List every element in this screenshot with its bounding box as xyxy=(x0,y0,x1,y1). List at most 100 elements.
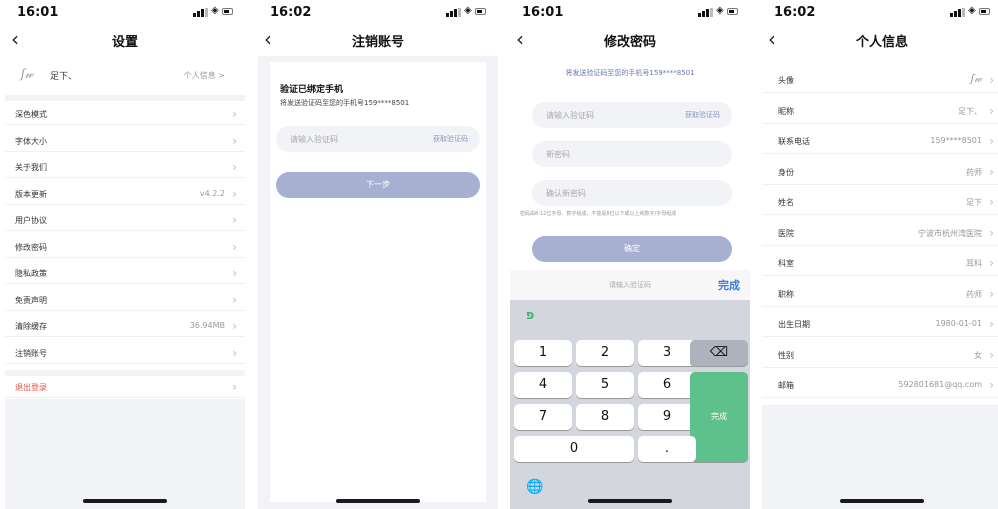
page-title: 个人信息 xyxy=(855,35,908,50)
keyboard-placeholder: 请输入验证码 xyxy=(609,281,651,289)
enter-key[interactable]: 完成 xyxy=(690,372,748,462)
chevron-right-icon: › xyxy=(232,345,237,360)
user-name: 足下、 xyxy=(50,72,78,82)
avatar-signature-icon: ʃ𝓌 xyxy=(970,72,982,85)
settings-row[interactable]: 版本更新 v4.2.2 › xyxy=(5,183,245,205)
key-3[interactable]: 3 xyxy=(638,340,696,366)
bottom-area xyxy=(762,405,998,509)
settings-row-value: 36.94MB xyxy=(189,321,225,330)
wifi-icon: ◈ xyxy=(464,5,472,16)
backspace-key[interactable]: ⌫ xyxy=(690,340,748,366)
keyboard-done-button[interactable]: 完成 xyxy=(718,277,740,293)
chevron-right-icon: › xyxy=(232,186,237,201)
wifi-icon: ◈ xyxy=(211,5,219,16)
settings-row[interactable]: 字体大小 › xyxy=(5,130,245,152)
key-1[interactable]: 1 xyxy=(514,340,572,366)
page-title: 注销账号 xyxy=(351,35,404,50)
settings-row[interactable]: 关于我们 › xyxy=(5,156,245,178)
verify-card: 验证已绑定手机 将发送验证码至您的手机号159****8501 请输入验证码 获… xyxy=(270,62,486,502)
key-dot[interactable]: . xyxy=(638,436,696,462)
profile-row[interactable]: 出生日期 1980-01-01 › xyxy=(762,310,998,337)
confirm-button[interactable]: 确定 xyxy=(532,236,732,262)
profile-row-label: 科室 xyxy=(778,259,794,268)
key-6[interactable]: 6 xyxy=(638,372,696,398)
key-9[interactable]: 9 xyxy=(638,404,696,430)
bottom-area xyxy=(5,399,245,509)
settings-row[interactable]: 修改密码 › xyxy=(5,236,245,258)
status-bar: 16:01 ◈ xyxy=(5,0,245,24)
profile-row-value: 耳科 xyxy=(966,259,982,268)
page-title: 设置 xyxy=(111,35,138,50)
settings-row[interactable]: 清除缓存 36.94MB › xyxy=(5,315,245,337)
status-time: 16:02 xyxy=(270,5,312,20)
status-bar: 16:02 ◈ xyxy=(762,0,998,24)
next-button[interactable]: 下一步 xyxy=(276,172,480,198)
get-code-button[interactable]: 获取验证码 xyxy=(433,134,468,144)
home-indicator xyxy=(83,499,167,503)
profile-row-value: 足下、 xyxy=(958,106,982,116)
nav-bar: ‹ 设置 xyxy=(5,28,245,52)
profile-row-label: 性别 xyxy=(778,350,794,360)
settings-row-label: 深色模式 xyxy=(15,110,47,119)
status-icons: ◈ xyxy=(698,6,738,18)
profile-row[interactable]: 昵称 足下、 › xyxy=(762,97,998,124)
key-8[interactable]: 8 xyxy=(576,404,634,430)
status-time: 16:02 xyxy=(774,5,816,20)
nav-bar: ‹ 个人信息 xyxy=(762,28,998,52)
new-password-input[interactable]: 新密码 xyxy=(532,141,732,167)
code-input[interactable]: 请输入验证码 获取验证码 xyxy=(276,126,480,152)
profile-row[interactable]: 邮箱 592801681@qq.com › xyxy=(762,371,998,398)
profile-row[interactable]: 联系电话 159****8501 › xyxy=(762,127,998,154)
profile-row[interactable]: 性别 女 › xyxy=(762,341,998,368)
settings-row-label: 隐私政策 xyxy=(15,269,47,278)
status-icons: ◈ xyxy=(950,6,990,18)
key-5[interactable]: 5 xyxy=(576,372,634,398)
profile-row-value: 女 xyxy=(974,350,982,360)
settings-row[interactable]: 深色模式 › xyxy=(5,103,245,125)
verify-subtitle: 将发送验证码至您的手机号159****8501 xyxy=(280,99,410,107)
signature-avatar-icon: ʃ𝓌 xyxy=(21,67,34,81)
profile-row-label: 身份 xyxy=(778,167,794,177)
settings-screen: 16:01 ◈ ‹ 设置 ʃ𝓌 足下、 个人信息 > 深色模式 › 字体大小 › 关于我… xyxy=(5,0,245,509)
battery-icon xyxy=(727,8,738,15)
new-password-placeholder: 新密码 xyxy=(546,150,570,159)
settings-row[interactable]: 隐私政策 › xyxy=(5,262,245,284)
profile-row[interactable]: 姓名 足下 › xyxy=(762,188,998,215)
settings-row[interactable]: 免责声明 › xyxy=(5,289,245,311)
code-placeholder: 请输入验证码 xyxy=(546,111,594,120)
profile-row[interactable]: 医院 宁波市杭州湾医院 › xyxy=(762,219,998,246)
confirm-password-placeholder: 确认新密码 xyxy=(546,189,586,198)
status-time: 16:01 xyxy=(17,5,59,20)
key-7[interactable]: 7 xyxy=(514,404,572,430)
logout-row[interactable]: 退出登录 › xyxy=(5,376,245,398)
key-2[interactable]: 2 xyxy=(576,340,634,366)
confirm-password-input[interactable]: 确认新密码 xyxy=(532,180,732,206)
chevron-right-icon: › xyxy=(232,380,237,394)
chevron-right-icon: › xyxy=(989,225,994,240)
settings-row[interactable]: 注销账号 › xyxy=(5,342,245,364)
profile-row-label: 医院 xyxy=(778,228,794,238)
profile-row[interactable]: 职称 药师 › xyxy=(762,280,998,307)
key-0[interactable]: 0 xyxy=(514,436,634,462)
profile-row-value: 药师 xyxy=(966,289,982,299)
chevron-right-icon: › xyxy=(232,292,237,307)
settings-row-label: 注销账号 xyxy=(15,348,47,358)
chevron-right-icon: › xyxy=(989,317,994,331)
nav-bar: ‹ 注销账号 xyxy=(258,28,498,52)
globe-icon[interactable]: 🌐 xyxy=(526,479,543,495)
profile-row[interactable]: 身份 药师 › xyxy=(762,158,998,185)
user-card[interactable]: ʃ𝓌 足下、 个人信息 > xyxy=(5,62,245,92)
status-time: 16:01 xyxy=(522,5,564,20)
chevron-right-icon: › xyxy=(989,378,994,392)
home-indicator xyxy=(588,499,672,503)
get-code-button[interactable]: 获取验证码 xyxy=(685,110,720,120)
profile-link[interactable]: 个人信息 > xyxy=(184,70,225,81)
code-input[interactable]: 请输入验证码 获取验证码 xyxy=(532,102,732,128)
profile-row-value: 592801681@qq.com xyxy=(898,380,982,389)
profile-row[interactable]: 科室 耳科 › xyxy=(762,249,998,276)
settings-row[interactable]: 用户协议 › xyxy=(5,209,245,231)
profile-row[interactable]: 头像 ʃ𝓌 › xyxy=(762,66,998,93)
status-icons: ◈ xyxy=(193,6,233,18)
chevron-right-icon: › xyxy=(989,347,994,362)
key-4[interactable]: 4 xyxy=(514,372,572,398)
